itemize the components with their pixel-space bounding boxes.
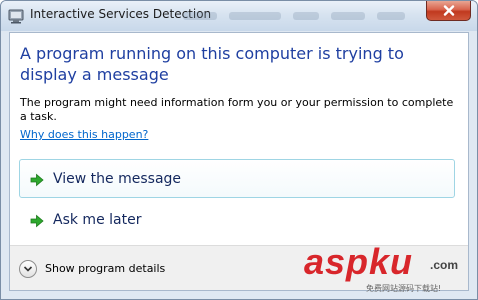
view-message-label: View the message bbox=[53, 171, 182, 187]
green-arrow-icon bbox=[30, 173, 44, 187]
background-ghost-text bbox=[293, 12, 319, 20]
main-instruction: A program running on this computer is tr… bbox=[20, 44, 404, 84]
watermark-domain: .com bbox=[430, 258, 459, 272]
show-details-toggle[interactable] bbox=[19, 260, 37, 278]
service-monitor-icon bbox=[8, 9, 24, 24]
chevron-down-icon bbox=[23, 266, 33, 272]
green-arrow-icon bbox=[30, 214, 44, 228]
title-bar[interactable]: Interactive Services Detection bbox=[1, 1, 477, 31]
background-ghost-text bbox=[229, 12, 281, 20]
close-button[interactable] bbox=[426, 1, 471, 21]
description-text: The program might need information form … bbox=[20, 96, 454, 123]
show-details-label[interactable]: Show program details bbox=[45, 262, 165, 275]
background-ghost-text bbox=[377, 12, 405, 20]
watermark-subtitle: 免费网站源码下载站! bbox=[366, 284, 442, 293]
background-ghost-text bbox=[331, 12, 365, 20]
watermark-logo: aspku bbox=[304, 241, 414, 282]
ask-later-label: Ask me later bbox=[53, 212, 142, 228]
help-link[interactable]: Why does this happen? bbox=[20, 128, 148, 141]
ask-later-button[interactable]: Ask me later bbox=[19, 200, 455, 239]
view-message-button[interactable]: View the message bbox=[19, 159, 455, 198]
site-watermark: aspku .com 免费网站源码下载站! bbox=[304, 242, 476, 298]
background-ghost-text bbox=[183, 12, 217, 20]
close-icon bbox=[443, 5, 455, 16]
